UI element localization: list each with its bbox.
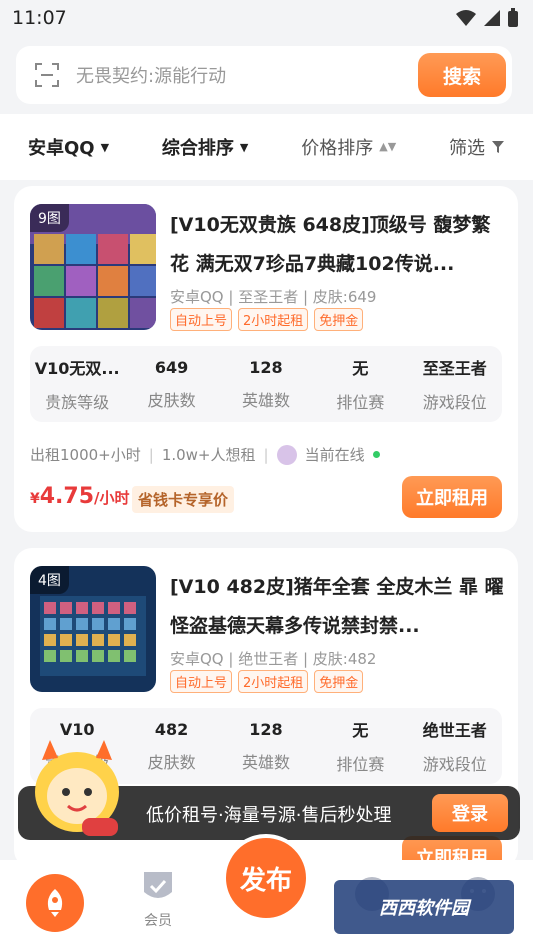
- stat-heroes: 128 英雄数: [221, 358, 311, 411]
- online-dot-icon: [372, 451, 380, 458]
- stat-ranked: 无 排位赛: [315, 355, 405, 413]
- divider: |: [148, 445, 154, 464]
- stat-value: 无: [352, 721, 369, 740]
- stat-skins: 482 皮肤数: [127, 720, 217, 773]
- search-input[interactable]: 无畏契约:源能行动: [76, 62, 418, 88]
- stat-value: 绝世王者: [422, 721, 487, 740]
- listing-thumbnail[interactable]: 4图: [30, 566, 156, 692]
- tag-no-deposit: 免押金: [314, 308, 364, 331]
- rent-now-button[interactable]: 立即租用: [402, 476, 502, 518]
- price-unit: /小时: [94, 489, 130, 507]
- stat-value: 128: [249, 357, 283, 377]
- status-time: 11:07: [12, 7, 67, 29]
- stat-label: 英雄数: [241, 390, 290, 410]
- stat-noble-level: V10无双... 贵族等级: [32, 355, 122, 413]
- filter-platform[interactable]: 安卓QQ ▼: [28, 134, 109, 160]
- listing-card[interactable]: 9图 [V10无双贵族 648皮]顶级号 馥梦繁花 满无双7珍品7典藏102传说…: [14, 186, 518, 532]
- filter-sort-overall[interactable]: 综合排序 ▼: [162, 134, 248, 160]
- stat-value: V10无双...: [34, 359, 120, 378]
- listing-subtitle: 安卓QQ | 绝世王者 | 皮肤:482: [170, 650, 377, 668]
- watermark-logo: 西西软件园: [334, 880, 514, 934]
- scan-icon[interactable]: [34, 62, 60, 88]
- filter-sort-overall-label: 综合排序: [161, 138, 234, 159]
- promo-text: 低价租号·海量号源·售后秒处理: [146, 805, 392, 826]
- listing-thumbnail[interactable]: 9图: [30, 204, 156, 330]
- stat-value: 649: [154, 357, 189, 377]
- stat-label: 皮肤数: [147, 752, 196, 772]
- caret-down-icon: ▼: [100, 140, 110, 154]
- wifi-icon: [456, 10, 476, 26]
- search-button[interactable]: 搜索: [418, 53, 506, 97]
- listing-tags: 自动上号 2小时起租 免押金: [170, 308, 364, 331]
- listing-subtitle: 安卓QQ | 至圣王者 | 皮肤:649: [170, 288, 377, 306]
- listing-price: ¥ 4.75 /小时: [30, 484, 130, 509]
- funnel-icon: [492, 141, 504, 153]
- price-currency: ¥: [30, 491, 40, 507]
- tag-min-hours: 2小时起租: [238, 670, 309, 693]
- filter-button[interactable]: 筛选: [449, 134, 505, 160]
- tag-no-deposit: 免押金: [314, 670, 364, 693]
- stat-value: 无: [352, 359, 369, 378]
- vip-price-tag: 省钱卡专享价: [132, 486, 235, 513]
- tag-auto-login: 自动上号: [170, 308, 233, 331]
- stat-value: 至圣王者: [422, 359, 487, 378]
- stat-value: 128: [249, 719, 283, 739]
- login-button[interactable]: 登录: [432, 794, 508, 832]
- tab-home[interactable]: [26, 874, 84, 932]
- rented-hours: 出租1000+小时: [30, 446, 141, 464]
- filter-platform-label: 安卓QQ: [28, 138, 95, 159]
- filter-sort-price[interactable]: 价格排序 ▲▼: [301, 134, 396, 160]
- owner-avatar: [276, 444, 297, 465]
- stat-skins: 649 皮肤数: [127, 358, 217, 411]
- price-value: 4.75: [39, 484, 95, 509]
- online-status: 当前在线: [304, 446, 365, 464]
- listing-stats: V10无双... 贵族等级 649 皮肤数 128 英雄数 无 排位赛 至圣王者…: [30, 346, 502, 422]
- status-bar: 11:07: [0, 0, 533, 36]
- filter-sort-price-label: 价格排序: [301, 138, 374, 159]
- tab-member[interactable]: 会员: [138, 870, 178, 930]
- stat-rank: 至圣王者 游戏段位: [410, 355, 500, 413]
- caret-down-icon: ▼: [239, 140, 249, 154]
- search-bar[interactable]: 无畏契约:源能行动 搜索: [16, 46, 512, 104]
- publish-button[interactable]: 发布: [222, 834, 310, 922]
- shield-check-icon: [144, 872, 172, 898]
- stat-label: 皮肤数: [147, 390, 196, 410]
- image-count-badge: 9图: [30, 204, 69, 232]
- stat-label: 英雄数: [241, 752, 290, 772]
- stat-label: 排位赛: [336, 755, 385, 774]
- divider: |: [263, 445, 269, 464]
- listing-tags: 自动上号 2小时起租 免押金: [170, 670, 364, 693]
- stat-label: 游戏段位: [422, 755, 487, 774]
- stat-heroes: 128 英雄数: [221, 720, 311, 773]
- stat-value: 482: [154, 719, 189, 739]
- status-icons: [455, 8, 519, 28]
- tag-auto-login: 自动上号: [170, 670, 233, 693]
- stat-label: 贵族等级: [45, 393, 110, 412]
- filter-button-label: 筛选: [449, 138, 485, 159]
- stat-label: 游戏段位: [422, 393, 487, 412]
- rocket-icon: [47, 889, 63, 917]
- sort-icon: ▲▼: [379, 140, 397, 153]
- dragon-mascot-icon: [35, 740, 119, 836]
- tab-member-label: 会员: [144, 913, 172, 929]
- stat-rank: 绝世王者 游戏段位: [410, 717, 500, 775]
- filter-bar: 安卓QQ ▼ 综合排序 ▼ 价格排序 ▲▼ 筛选: [0, 114, 533, 180]
- stat-ranked: 无 排位赛: [315, 717, 405, 775]
- tag-min-hours: 2小时起租: [238, 308, 309, 331]
- signal-icon: [484, 10, 500, 26]
- listing-meta: 出租1000+小时 | 1.0w+人想租 | 当前在线: [30, 444, 380, 465]
- want-count: 1.0w+人想租: [161, 446, 256, 464]
- stat-label: 排位赛: [336, 393, 385, 412]
- battery-icon: [508, 8, 518, 27]
- listing-title[interactable]: [V10无双贵族 648皮]顶级号 馥梦繁花 满无双7珍品7典藏102传说...: [170, 206, 504, 284]
- image-count-badge: 4图: [30, 566, 69, 594]
- listing-title[interactable]: [V10 482皮]猪年全套 全皮木兰 暃 曜 怪盗基德天幕多传说禁封禁...: [170, 568, 504, 646]
